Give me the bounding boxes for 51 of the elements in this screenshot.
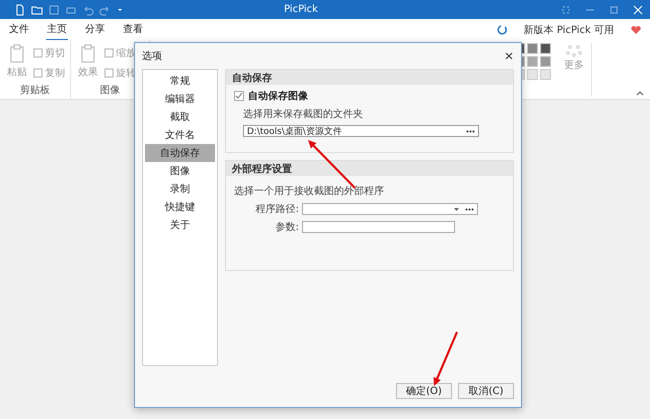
dots-icon	[565, 44, 583, 58]
new-file-icon[interactable]	[14, 4, 26, 16]
nav-item[interactable]: 截取	[145, 108, 215, 126]
nav-item[interactable]: 自动保存	[145, 144, 215, 162]
nav-item[interactable]: 常规	[145, 72, 215, 90]
dialog-title: 选项	[142, 50, 162, 63]
style-swatch[interactable]	[540, 69, 551, 80]
section-title: 自动保存	[226, 70, 513, 85]
update-notice[interactable]: 新版本 PicPick 可用	[524, 22, 614, 36]
nav-item[interactable]: 文件名	[145, 126, 215, 144]
redo-icon[interactable]	[99, 4, 111, 16]
parameters-field[interactable]	[302, 221, 455, 233]
program-path-field[interactable]	[302, 203, 478, 215]
window-title: PicPick	[284, 4, 319, 15]
dialog-button[interactable]: 取消(C)	[458, 383, 514, 399]
more-icon[interactable]	[466, 130, 475, 132]
nav-item[interactable]: 编辑器	[145, 90, 215, 108]
folder-path-field[interactable]: D:\tools\桌面\资源文件	[243, 125, 479, 137]
collapse-icon[interactable]	[636, 90, 644, 96]
section-title: 外部程序设置	[226, 161, 513, 176]
annotation-arrow	[434, 332, 458, 386]
nav-item[interactable]: 关于	[145, 216, 215, 234]
maximize-icon[interactable]	[608, 4, 620, 16]
dropdown-caret-icon[interactable]	[454, 208, 459, 210]
style-swatch[interactable]	[527, 69, 538, 80]
checkbox-label: 自动保存图像	[248, 90, 308, 103]
checkbox[interactable]	[234, 91, 244, 101]
field-label: 参数:	[274, 220, 299, 234]
close-icon[interactable]	[504, 51, 514, 61]
group-label: 剪贴板	[20, 84, 50, 97]
style-swatch[interactable]	[540, 43, 551, 54]
folder-icon[interactable]	[31, 4, 43, 16]
nav-item[interactable]: 快捷键	[145, 198, 215, 216]
refresh-icon[interactable]	[496, 24, 508, 36]
nav-item[interactable]: 录制	[145, 180, 215, 198]
heart-icon[interactable]	[630, 24, 642, 36]
menu-tab[interactable]: 查看	[122, 18, 144, 40]
style-swatch[interactable]	[527, 43, 538, 54]
menu-tab[interactable]: 文件	[8, 18, 30, 40]
field-label: 程序路径:	[254, 202, 299, 216]
description-text: 选择一个用于接收截图的外部程序	[234, 184, 385, 198]
capture-icon[interactable]	[560, 4, 572, 16]
menu-tab[interactable]: 分享	[84, 18, 106, 40]
more-icon[interactable]	[465, 208, 474, 210]
undo-icon[interactable]	[82, 4, 94, 16]
style-swatch[interactable]	[540, 56, 551, 67]
nav-item[interactable]: 图像	[145, 162, 215, 180]
style-swatch[interactable]	[527, 56, 538, 67]
group-label: 图像	[100, 84, 120, 97]
folder-label: 选择用来保存截图的文件夹	[242, 108, 364, 121]
dialog-button[interactable]: 确定(O)	[396, 383, 452, 399]
